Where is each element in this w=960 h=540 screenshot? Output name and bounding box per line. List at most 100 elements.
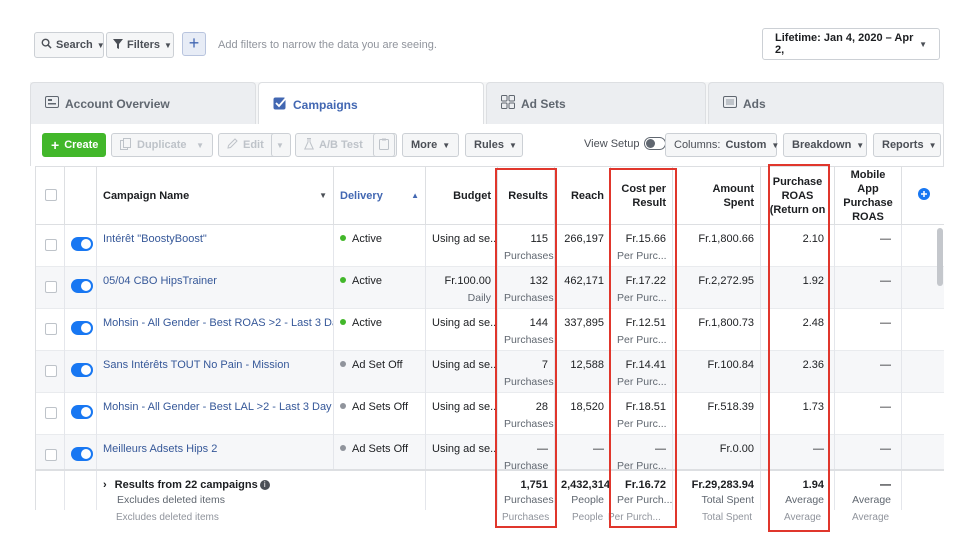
row-checkbox[interactable]: [45, 449, 57, 461]
search-label: Search: [56, 39, 93, 51]
row-checkbox[interactable]: [45, 281, 57, 293]
campaign-on-toggle[interactable]: [71, 279, 93, 293]
breakdown-button[interactable]: Breakdown ▼: [783, 133, 867, 157]
add-column-button[interactable]: [902, 167, 944, 225]
delivery-status-dot-icon: [340, 445, 346, 451]
reports-button[interactable]: Reports ▼: [873, 133, 941, 157]
campaign-on-toggle[interactable]: [71, 447, 93, 461]
campaign-on-toggle[interactable]: [71, 321, 93, 335]
campaign-on-toggle[interactable]: [71, 405, 93, 419]
spent-cell: Fr.1,800.66: [673, 225, 761, 267]
table-row[interactable]: Mohsin - All Gender - Best LAL >2 - Last…: [36, 393, 944, 435]
col-header-budget[interactable]: Budget: [426, 167, 498, 225]
create-button[interactable]: + Create: [42, 133, 106, 157]
results-sub: Purchases: [504, 334, 554, 346]
col-header-purchase-roas[interactable]: Purchase ROAS (Return on: [761, 167, 835, 225]
summary-mobile-value: —: [880, 479, 891, 491]
columns-button[interactable]: Columns: Custom ▼: [665, 133, 779, 157]
summary-spacer: [65, 471, 97, 514]
summary-spent: Fr.29,283.94 Total Spent: [673, 471, 761, 514]
row-toggle-cell: [65, 393, 97, 435]
search-button[interactable]: Search ▼: [34, 32, 105, 58]
delivery-cell: Active: [334, 267, 426, 309]
col-header-cost-per-result[interactable]: Cost per Result: [611, 167, 673, 225]
date-range-picker[interactable]: Lifetime: Jan 4, 2020 – Apr 2, ▼: [762, 28, 940, 60]
table-row[interactable]: Mohsin - All Gender - Best ROAS >2 - Las…: [36, 309, 944, 351]
table-row[interactable]: Sans Intérêts TOUT No Pain - Mission Ad S…: [36, 351, 944, 393]
col-header-amount-spent[interactable]: Amount Spent: [673, 167, 761, 225]
row-checkbox[interactable]: [45, 365, 57, 377]
delivery-status: Ad Sets Off: [352, 401, 409, 413]
summary-results-value: 1,751: [520, 479, 548, 491]
reports-label: Reports: [882, 139, 924, 151]
reach-value: 337,895: [564, 317, 604, 329]
campaign-on-toggle[interactable]: [71, 363, 93, 377]
col-header-campaign-name[interactable]: Campaign Name ▼: [97, 167, 334, 225]
cost-cell: Fr.17.22 Per Purc...: [611, 267, 673, 309]
edit-dropdown-button[interactable]: ▼: [271, 133, 291, 157]
col-header-mobile-app-roas[interactable]: Mobile App Purchase ROAS: [835, 167, 902, 225]
summary-title-cell[interactable]: › Results from 22 campaigns i Excludes del…: [97, 471, 426, 514]
rules-button[interactable]: Rules ▼: [465, 133, 523, 157]
budget-value: Using ad se...: [432, 401, 498, 413]
tab-ad-sets[interactable]: Ad Sets: [486, 82, 706, 124]
delivery-cell: Ad Sets Off: [334, 393, 426, 435]
row-toggle-cell: [65, 309, 97, 351]
summary-title: Results from 22 campaigns: [114, 479, 258, 491]
col-label: Mobile App: [850, 169, 886, 195]
filter-bar: Search ▼ Filters ▼ + Add filters to narr…: [30, 26, 944, 66]
roas-cell: 1.92: [761, 267, 835, 309]
tab-campaigns[interactable]: Campaigns: [258, 82, 484, 126]
cost-cell: Fr.14.41 Per Purc...: [611, 351, 673, 393]
mobile-cell: —: [835, 267, 902, 309]
results-sub: Purchases: [504, 418, 554, 430]
cost-cell: Fr.12.51 Per Purc...: [611, 309, 673, 351]
delivery-status: Active: [352, 275, 382, 287]
select-all-checkbox[interactable]: [45, 189, 57, 201]
results-cell: 7 Purchases: [498, 351, 555, 393]
row-checkbox[interactable]: [45, 239, 57, 251]
tab-label: Account Overview: [65, 96, 170, 111]
row-checkbox[interactable]: [45, 407, 57, 419]
edit-label: Edit: [243, 139, 264, 151]
row-checkbox[interactable]: [45, 323, 57, 335]
more-button[interactable]: More ▼: [402, 133, 459, 157]
select-all-cell: [36, 167, 65, 225]
summary-row: › Results from 22 campaigns i Excludes del…: [36, 469, 944, 514]
delivery-status-dot-icon: [340, 277, 346, 283]
table-row[interactable]: Intérêt "BoostyBoost" Active Using ad se..…: [36, 225, 944, 267]
duplicate-button[interactable]: Duplicate ▼: [111, 133, 213, 157]
campaigns-check-icon: [273, 96, 287, 113]
summary-results: 1,751 Purchases: [498, 471, 555, 514]
tab-account-overview[interactable]: Account Overview: [30, 82, 256, 124]
mobile-value: —: [880, 233, 891, 245]
col-label: Purchase: [843, 197, 893, 209]
ghost-per-purch: Per Purch...: [608, 512, 661, 523]
cost-value: Fr.12.51: [625, 317, 666, 329]
row-checkbox-cell: [36, 309, 65, 351]
col-header-delivery[interactable]: Delivery ▲: [334, 167, 426, 225]
campaign-name-link[interactable]: Mohsin - All Gender - Best LAL >2 - Last…: [97, 393, 334, 435]
vertical-scrollbar[interactable]: [937, 228, 943, 286]
view-setup-toggle[interactable]: View Setup: [584, 137, 667, 150]
budget-value: Using ad se...: [432, 443, 498, 455]
cost-sub: Per Purc...: [617, 376, 667, 388]
chevron-down-icon: ▼: [928, 140, 937, 150]
campaign-on-toggle[interactable]: [71, 237, 93, 251]
flask-icon: [304, 137, 314, 153]
table-header: Campaign Name ▼ Delivery ▲ Budget Results …: [36, 167, 944, 225]
table-row[interactable]: 05/04 CBO HipsTrainer Active Fr.100.00 Dail…: [36, 267, 944, 309]
summary-roas-value: 1.94: [802, 479, 824, 491]
clipboard-button[interactable]: [373, 133, 395, 157]
col-header-reach[interactable]: Reach: [555, 167, 611, 225]
campaign-name-link[interactable]: 05/04 CBO HipsTrainer: [97, 267, 334, 309]
campaign-name-link[interactable]: Mohsin - All Gender - Best ROAS >2 - Las…: [97, 309, 334, 351]
col-header-results[interactable]: Results: [498, 167, 555, 225]
filters-button[interactable]: Filters ▼: [106, 32, 174, 58]
add-filter-button[interactable]: +: [182, 32, 206, 56]
campaign-name-link[interactable]: Intérêt "BoostyBoost": [97, 225, 334, 267]
campaign-name-link[interactable]: Sans Intérêts TOUT No Pain - Mission: [97, 351, 334, 393]
tab-ads[interactable]: Ads: [708, 82, 944, 124]
delivery-status: Ad Set Off: [352, 359, 403, 371]
chevron-down-icon: ▼: [856, 140, 865, 150]
